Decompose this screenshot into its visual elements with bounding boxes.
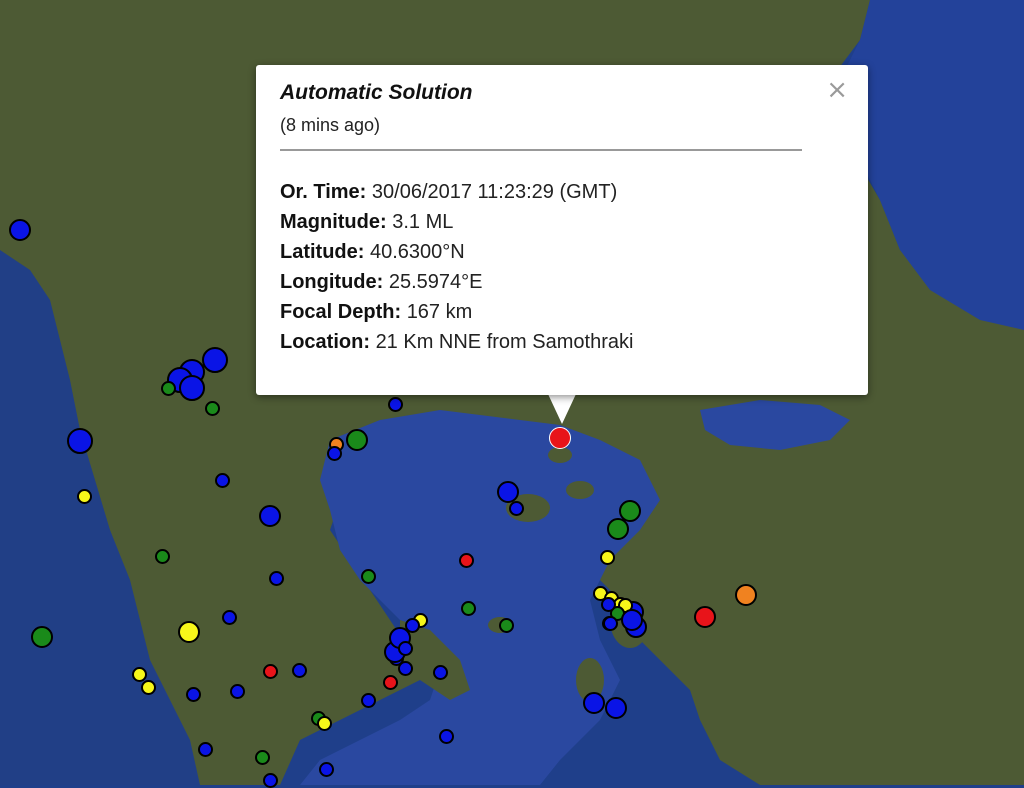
earthquake-marker-yellow[interactable]: [599, 549, 615, 565]
earthquake-marker-blue[interactable]: [397, 660, 413, 676]
detail-label: Magnitude:: [280, 211, 387, 233]
popup-details: Or. Time: 30/06/2017 11:23:29 (GMT) Magn…: [280, 177, 633, 357]
earthquake-marker-blue[interactable]: [602, 615, 618, 631]
earthquake-marker-yellow[interactable]: [76, 488, 92, 504]
earthquake-marker-red[interactable]: [458, 552, 474, 568]
detail-label: Latitude:: [280, 241, 365, 263]
earthquake-marker-blue[interactable]: [259, 505, 281, 527]
earthquake-marker-blue[interactable]: [438, 728, 454, 744]
detail-value: 3.1 ML: [392, 211, 454, 233]
earthquake-marker-yellow[interactable]: [140, 679, 156, 695]
detail-location: Location: 21 Km NNE from Samothraki: [280, 327, 633, 357]
earthquake-marker-blue[interactable]: [202, 347, 228, 373]
earthquake-marker-blue[interactable]: [318, 761, 334, 777]
detail-label: Focal Depth:: [280, 301, 402, 323]
detail-origin-time: Or. Time: 30/06/2017 11:23:29 (GMT): [280, 177, 633, 207]
earthquake-marker-red[interactable]: [262, 663, 278, 679]
earthquake-marker-green[interactable]: [154, 548, 170, 564]
detail-longitude: Longitude: 25.5974°E: [280, 267, 633, 297]
earthquake-marker-green[interactable]: [346, 429, 368, 451]
detail-value: 21 Km NNE from Samothraki: [375, 331, 634, 353]
earthquake-marker-blue[interactable]: [291, 662, 307, 678]
detail-focal-depth: Focal Depth: 167 km: [280, 297, 633, 327]
earthquake-marker-blue[interactable]: [600, 596, 616, 612]
earthquake-marker-blue[interactable]: [262, 772, 278, 788]
info-popup: × Automatic Solution (8 mins ago) Or. Ti…: [256, 65, 868, 395]
earthquake-marker-green[interactable]: [607, 518, 629, 540]
earthquake-marker-green[interactable]: [204, 400, 220, 416]
earthquake-marker-blue[interactable]: [621, 609, 643, 631]
popup-pointer: [548, 394, 576, 424]
earthquake-marker-blue[interactable]: [397, 640, 413, 656]
popup-subtitle: (8 mins ago): [280, 115, 381, 135]
earthquake-marker-blue[interactable]: [387, 396, 403, 412]
earthquake-marker-blue[interactable]: [583, 692, 605, 714]
earthquake-marker-green[interactable]: [31, 626, 53, 648]
earthquake-marker-blue[interactable]: [360, 692, 376, 708]
earthquake-marker-blue[interactable]: [508, 500, 524, 516]
earthquake-marker-red[interactable]: [549, 427, 571, 449]
detail-value: 30/06/2017 11:23:29 (GMT): [371, 181, 618, 203]
earthquake-marker-blue[interactable]: [179, 375, 205, 401]
detail-magnitude: Magnitude: 3.1 ML: [280, 207, 633, 237]
detail-value: 167 km: [406, 301, 473, 323]
popup-divider: [280, 149, 802, 151]
earthquake-marker-blue[interactable]: [67, 428, 93, 454]
earthquake-marker-blue[interactable]: [185, 686, 201, 702]
earthquake-marker-yellow[interactable]: [316, 715, 332, 731]
close-icon[interactable]: ×: [826, 77, 848, 103]
detail-label: Location:: [280, 331, 370, 353]
earthquake-marker-blue[interactable]: [497, 481, 519, 503]
earthquake-marker-orange[interactable]: [735, 584, 757, 606]
earthquake-marker-yellow[interactable]: [131, 666, 147, 682]
earthquake-marker-blue[interactable]: [326, 445, 342, 461]
detail-label: Or. Time:: [280, 181, 367, 203]
earthquake-marker-blue[interactable]: [9, 219, 31, 241]
earthquake-marker-blue[interactable]: [268, 570, 284, 586]
earthquake-marker-blue[interactable]: [221, 609, 237, 625]
detail-latitude: Latitude: 40.6300°N: [280, 237, 633, 267]
earthquake-marker-green[interactable]: [360, 568, 376, 584]
earthquake-marker-green[interactable]: [160, 380, 176, 396]
earthquake-marker-red[interactable]: [694, 606, 716, 628]
earthquake-marker-blue[interactable]: [229, 683, 245, 699]
earthquake-marker-green[interactable]: [254, 749, 270, 765]
earthquake-marker-blue[interactable]: [197, 741, 213, 757]
earthquake-marker-yellow[interactable]: [178, 621, 200, 643]
earthquake-marker-green[interactable]: [498, 617, 514, 633]
earthquake-marker-blue[interactable]: [214, 472, 230, 488]
earthquake-marker-green[interactable]: [460, 600, 476, 616]
earthquake-marker-red[interactable]: [382, 674, 398, 690]
detail-value: 25.5974°E: [388, 271, 483, 293]
popup-title: Automatic Solution: [280, 81, 473, 104]
earthquake-marker-blue[interactable]: [605, 697, 627, 719]
detail-value: 40.6300°N: [370, 241, 465, 263]
earthquake-marker-blue[interactable]: [432, 664, 448, 680]
detail-label: Longitude:: [280, 271, 384, 293]
